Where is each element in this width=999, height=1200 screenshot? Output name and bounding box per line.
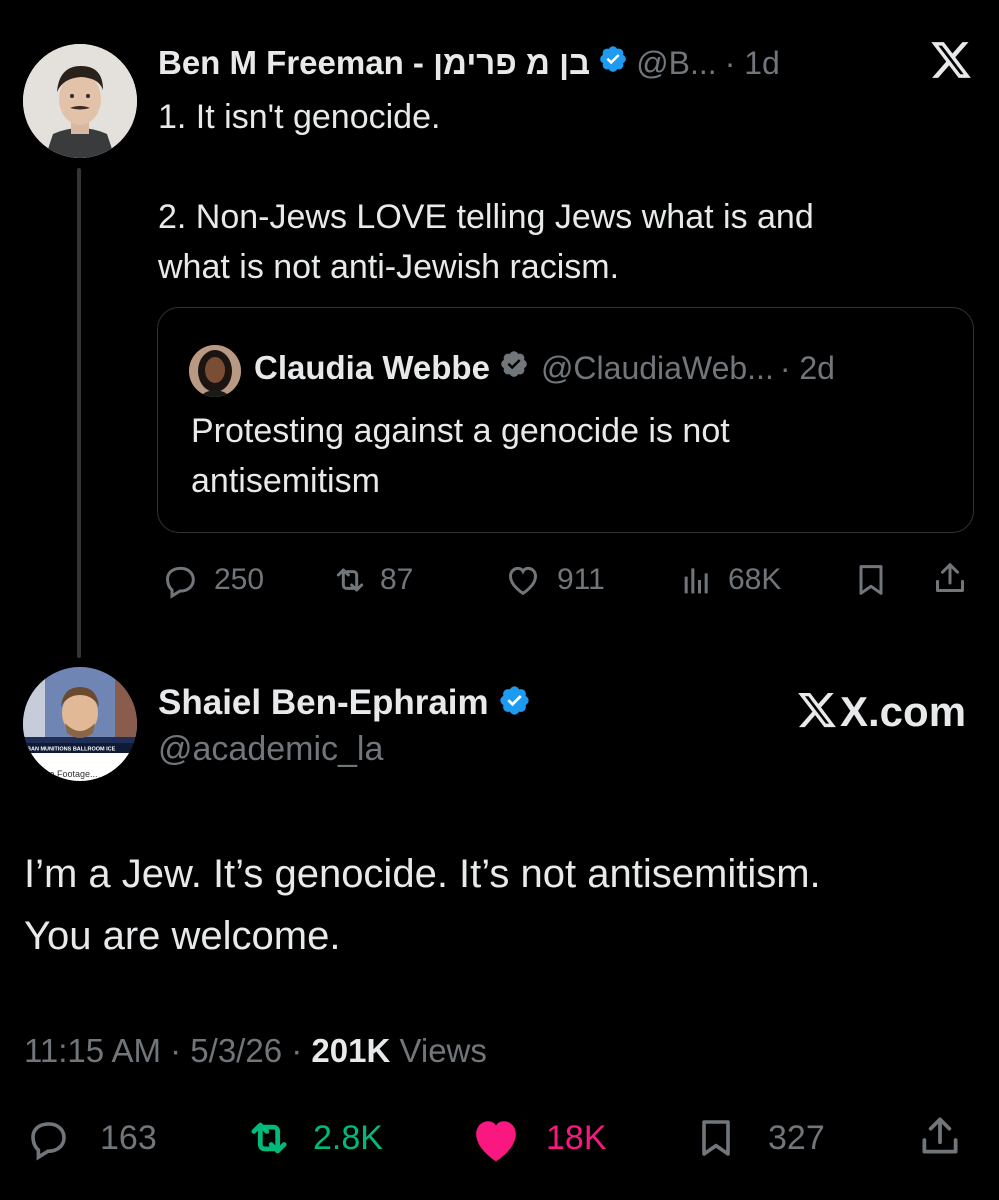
quoted-text-line: antisemitism (191, 462, 380, 500)
verified-badge-icon (598, 44, 628, 82)
like-count: 911 (557, 563, 605, 596)
tweet-text-line: 2. Non-Jews LOVE telling Jews what is an… (158, 198, 814, 236)
like-count: 18K (546, 1118, 607, 1157)
main-tweet-author: Shaiel Ben-Ephraim (158, 681, 531, 725)
avatar-claudia-webbe[interactable] (189, 345, 241, 397)
like-icon (468, 1112, 524, 1164)
bookmark-button[interactable]: 327 (692, 1114, 825, 1162)
tweet-time[interactable]: · 1d (725, 45, 780, 82)
author-handle[interactable]: @B... (636, 45, 717, 82)
site-label: X.com (840, 688, 967, 735)
share-button[interactable] (930, 558, 970, 598)
avatar-ben-freeman[interactable] (23, 44, 137, 158)
reply-count: 250 (214, 563, 265, 596)
parent-tweet-header: Ben M Freeman - בן מ פרימן @B... · 1d (158, 42, 780, 84)
repost-button[interactable]: 2.8K (243, 1114, 383, 1162)
repost-button[interactable]: 87 (330, 560, 413, 600)
quoted-tweet-text: Protesting against a genocide is not ant… (191, 406, 730, 506)
share-icon (915, 1111, 965, 1161)
repost-count: 87 (380, 563, 414, 596)
verified-badge-icon (498, 684, 531, 722)
main-tweet-text: I’m a Jew. It’s genocide. It’s not antis… (24, 843, 821, 967)
thread-connector-line (77, 168, 81, 658)
tweet-text-line: You are welcome. (24, 914, 341, 958)
tweet-text-line: 1. It isn't genocide. (158, 98, 441, 136)
author-handle[interactable]: @academic_la (158, 728, 383, 770)
bookmark-count: 327 (768, 1118, 825, 1157)
quoted-tweet-card[interactable]: Claudia Webbe @ClaudiaWeb... · 2d Protes… (157, 307, 974, 533)
views-label: Views (399, 1032, 487, 1069)
tweet-text-line: what is not anti-Jewish racism. (158, 248, 620, 286)
reply-count: 163 (100, 1118, 157, 1157)
quoted-tweet-header: Claudia Webbe @ClaudiaWeb... · 2d (254, 346, 835, 390)
quoted-author-handle[interactable]: @ClaudiaWeb... (541, 350, 774, 387)
avatar-shaiel-ben-ephraim[interactable]: BAN MUNITIONS BALLROOM ICE ...ne Footage… (23, 667, 137, 781)
views-button[interactable]: 68K (678, 560, 781, 600)
svg-text:BAN MUNITIONS BALLROOM ICE: BAN MUNITIONS BALLROOM ICE (27, 747, 116, 753)
share-icon (930, 558, 970, 598)
avatar-caption: ...ne Footage... (37, 769, 98, 779)
like-button[interactable]: 911 (503, 560, 605, 600)
reply-icon (160, 560, 200, 600)
x-logo-icon[interactable] (929, 38, 973, 87)
bookmark-button[interactable] (851, 560, 891, 600)
x-com-watermark: X.com (796, 686, 966, 738)
quoted-tweet-time[interactable]: · 2d (780, 350, 835, 387)
views-icon (678, 560, 718, 600)
repost-icon (243, 1112, 295, 1164)
verified-badge-icon (499, 349, 529, 387)
like-button[interactable]: 18K (468, 1112, 607, 1164)
tweet-text-line: I’m a Jew. It’s genocide. It’s not antis… (24, 852, 821, 896)
reply-button[interactable]: 163 (24, 1114, 157, 1162)
parent-tweet-text: 1. It isn't genocide. 2. Non-Jews LOVE t… (158, 92, 814, 292)
bookmark-icon (851, 560, 891, 600)
tweet-timestamp[interactable]: 11:15 AM · 5/3/26 · (24, 1032, 302, 1069)
bookmark-icon (692, 1114, 740, 1162)
author-name[interactable]: Shaiel Ben-Ephraim (158, 683, 489, 723)
views-count: 68K (728, 563, 782, 596)
like-icon (503, 560, 543, 600)
author-name[interactable]: Ben M Freeman - בן מ פרימן (158, 44, 590, 82)
reply-icon (24, 1114, 72, 1162)
share-button[interactable] (915, 1112, 965, 1160)
views-count: 201K (311, 1032, 391, 1069)
quoted-text-line: Protesting against a genocide is not (191, 412, 730, 450)
reply-button[interactable]: 250 (160, 560, 264, 600)
x-logo-icon (796, 689, 838, 736)
quoted-author-name[interactable]: Claudia Webbe (254, 349, 490, 387)
tweet-meta: 11:15 AM · 5/3/26 · 201K Views (24, 1031, 487, 1071)
repost-count: 2.8K (313, 1118, 383, 1157)
repost-icon (330, 560, 370, 600)
